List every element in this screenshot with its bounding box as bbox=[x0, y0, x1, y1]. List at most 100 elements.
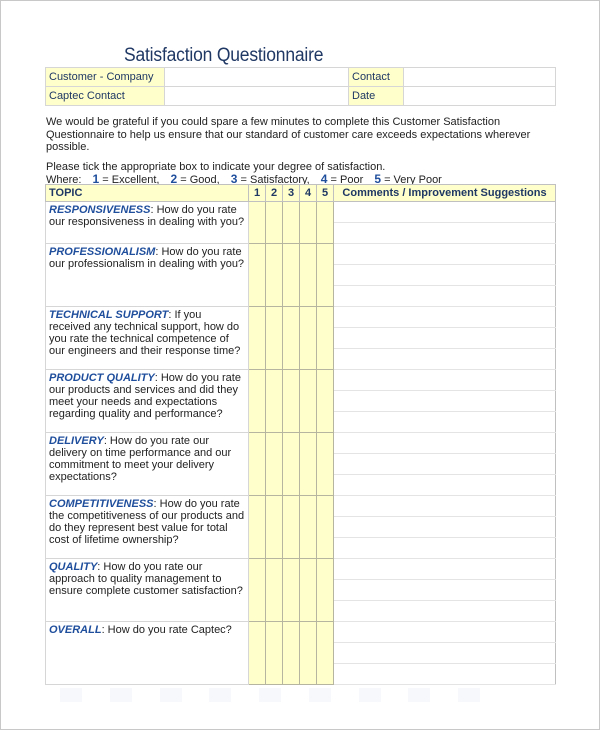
comment-line[interactable] bbox=[333, 327, 556, 349]
rating-checkbox-4[interactable] bbox=[299, 201, 317, 244]
rating-checkbox-2[interactable] bbox=[265, 432, 283, 496]
rating-checkbox-2[interactable] bbox=[265, 495, 283, 559]
comment-line[interactable] bbox=[333, 600, 556, 622]
comment-line[interactable] bbox=[333, 432, 556, 454]
rating-checkbox-1[interactable] bbox=[248, 369, 266, 433]
comment-line[interactable] bbox=[333, 621, 556, 643]
question-text: COMPETITIVENESS: How do you rate the com… bbox=[45, 495, 249, 559]
comment-line[interactable] bbox=[333, 264, 556, 286]
rating-checkbox-1[interactable] bbox=[248, 495, 266, 559]
rating-checkbox-4[interactable] bbox=[299, 495, 317, 559]
comment-line[interactable] bbox=[333, 411, 556, 433]
question-text: RESPONSIVENESS: How do you rate our resp… bbox=[45, 201, 249, 244]
questionnaire-table: TOPIC 1 2 3 4 5 Comments / Improvement S… bbox=[45, 184, 556, 685]
rating-checkbox-4[interactable] bbox=[299, 558, 317, 622]
rating-checkbox-5[interactable] bbox=[316, 432, 334, 496]
comment-line[interactable] bbox=[333, 222, 556, 244]
page-title: Satisfaction Questionnaire bbox=[124, 45, 324, 66]
rating-checkbox-5[interactable] bbox=[316, 201, 334, 244]
rating-checkbox-3[interactable] bbox=[282, 495, 300, 559]
rating-checkbox-1[interactable] bbox=[248, 306, 266, 370]
rating-checkbox-5[interactable] bbox=[316, 243, 334, 307]
watermark bbox=[60, 688, 480, 702]
rating-checkbox-4[interactable] bbox=[299, 432, 317, 496]
comment-line[interactable] bbox=[333, 579, 556, 601]
question-text: OVERALL: How do you rate Captec? bbox=[45, 621, 249, 685]
topic-keyword: DELIVERY bbox=[49, 435, 104, 447]
rating-checkbox-3[interactable] bbox=[282, 621, 300, 685]
topic-keyword: TECHNICAL SUPPORT bbox=[49, 309, 169, 321]
comment-line[interactable] bbox=[333, 453, 556, 475]
comment-line[interactable] bbox=[333, 474, 556, 496]
rating-checkbox-3[interactable] bbox=[282, 432, 300, 496]
captec-contact-field[interactable] bbox=[164, 86, 349, 106]
comment-line[interactable] bbox=[333, 369, 556, 391]
comment-line[interactable] bbox=[333, 201, 556, 223]
rating-checkbox-2[interactable] bbox=[265, 306, 283, 370]
customer-company-label: Customer - Company bbox=[45, 67, 165, 87]
comments-header: Comments / Improvement Suggestions bbox=[333, 184, 556, 202]
topic-keyword: PRODUCT QUALITY bbox=[49, 372, 155, 384]
instruction-text: Please tick the appropriate box to indic… bbox=[46, 160, 386, 173]
question-body: : How do you rate Captec? bbox=[101, 624, 232, 636]
rating-header-2: 2 bbox=[265, 184, 283, 202]
rating-checkbox-4[interactable] bbox=[299, 306, 317, 370]
comment-line[interactable] bbox=[333, 306, 556, 328]
rating-header-4: 4 bbox=[299, 184, 317, 202]
rating-checkbox-3[interactable] bbox=[282, 558, 300, 622]
customer-info-table: Customer - Company Contact Captec Contac… bbox=[45, 67, 556, 106]
rating-checkbox-1[interactable] bbox=[248, 558, 266, 622]
comment-line[interactable] bbox=[333, 390, 556, 412]
rating-checkbox-5[interactable] bbox=[316, 621, 334, 685]
comment-line[interactable] bbox=[333, 663, 556, 685]
question-text: PRODUCT QUALITY: How do you rate our pro… bbox=[45, 369, 249, 433]
rating-header-3: 3 bbox=[282, 184, 300, 202]
rating-checkbox-5[interactable] bbox=[316, 495, 334, 559]
rating-checkbox-4[interactable] bbox=[299, 621, 317, 685]
question-row: COMPETITIVENESS: How do you rate the com… bbox=[45, 495, 556, 559]
rating-checkbox-3[interactable] bbox=[282, 243, 300, 307]
topic-keyword: PROFESSIONALISM bbox=[49, 246, 156, 258]
comment-line[interactable] bbox=[333, 516, 556, 538]
rating-checkbox-2[interactable] bbox=[265, 369, 283, 433]
topic-keyword: QUALITY bbox=[49, 561, 98, 573]
contact-field[interactable] bbox=[403, 67, 556, 87]
question-row: TECHNICAL SUPPORT: If you received any t… bbox=[45, 306, 556, 370]
rating-checkbox-1[interactable] bbox=[248, 243, 266, 307]
rating-checkbox-2[interactable] bbox=[265, 243, 283, 307]
comment-line[interactable] bbox=[333, 348, 556, 370]
comment-line[interactable] bbox=[333, 558, 556, 580]
question-row: PRODUCT QUALITY: How do you rate our pro… bbox=[45, 369, 556, 433]
comment-line[interactable] bbox=[333, 537, 556, 559]
comment-line[interactable] bbox=[333, 642, 556, 664]
rating-checkbox-2[interactable] bbox=[265, 621, 283, 685]
rating-checkbox-1[interactable] bbox=[248, 432, 266, 496]
comment-line[interactable] bbox=[333, 495, 556, 517]
date-label: Date bbox=[348, 86, 404, 106]
rating-header-1: 1 bbox=[248, 184, 266, 202]
rating-checkbox-1[interactable] bbox=[248, 201, 266, 244]
date-field[interactable] bbox=[403, 86, 556, 106]
comment-line[interactable] bbox=[333, 285, 556, 307]
rating-checkbox-5[interactable] bbox=[316, 306, 334, 370]
rating-checkbox-5[interactable] bbox=[316, 558, 334, 622]
topic-header: TOPIC bbox=[45, 184, 249, 202]
info-row-customer: Customer - Company Contact bbox=[45, 67, 556, 87]
captec-contact-label: Captec Contact bbox=[45, 86, 165, 106]
rating-checkbox-4[interactable] bbox=[299, 243, 317, 307]
customer-company-field[interactable] bbox=[164, 67, 349, 87]
info-row-captec: Captec Contact Date bbox=[45, 86, 556, 106]
rating-checkbox-3[interactable] bbox=[282, 201, 300, 244]
rating-checkbox-5[interactable] bbox=[316, 369, 334, 433]
rating-checkbox-2[interactable] bbox=[265, 558, 283, 622]
rating-checkbox-4[interactable] bbox=[299, 369, 317, 433]
rating-header-5: 5 bbox=[316, 184, 334, 202]
rating-checkbox-1[interactable] bbox=[248, 621, 266, 685]
comment-line[interactable] bbox=[333, 243, 556, 265]
rating-checkbox-2[interactable] bbox=[265, 201, 283, 244]
question-row: DELIVERY: How do you rate our delivery o… bbox=[45, 432, 556, 496]
rating-checkbox-3[interactable] bbox=[282, 369, 300, 433]
table-header-row: TOPIC 1 2 3 4 5 Comments / Improvement S… bbox=[45, 184, 556, 202]
question-row: RESPONSIVENESS: How do you rate our resp… bbox=[45, 201, 556, 244]
rating-checkbox-3[interactable] bbox=[282, 306, 300, 370]
